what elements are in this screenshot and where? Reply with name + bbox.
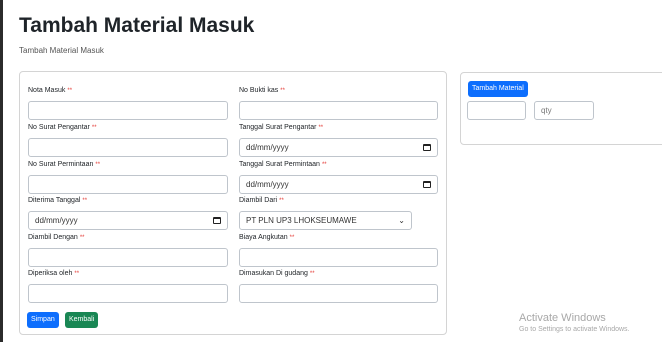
breadcrumb: Tambah Material Masuk	[19, 46, 104, 55]
material-form-card: Nota Masuk ** No Bukti kas ** No Surat Pen…	[19, 71, 447, 335]
nota-masuk-input[interactable]	[28, 101, 228, 120]
label-diperiksa-oleh: Diperiksa oleh	[28, 270, 73, 277]
required-mark: **	[74, 271, 80, 277]
label-dimasukan-di-gudang: Dimasukan Di gudang	[239, 270, 308, 277]
required-mark: **	[95, 162, 101, 168]
chevron-down-icon: ⌄	[398, 216, 405, 225]
field-tanggal-surat-pengantar: Tanggal Surat Pengantar ** dd/mm/yyyy	[239, 123, 438, 157]
field-diambil-dengan: Diambil Dengan **	[28, 233, 228, 267]
material-items-card: Tambah Material qty	[460, 72, 662, 145]
kembali-button[interactable]: Kembali	[65, 312, 99, 328]
watermark-subtitle: Go to Settings to activate Windows.	[519, 326, 630, 333]
field-dimasukan-di-gudang: Dimasukan Di gudang **	[239, 269, 438, 303]
label-diterima-tanggal: Diterima Tanggal	[28, 197, 81, 204]
required-mark: **	[318, 125, 324, 131]
label-tanggal-surat-pengantar: Tanggal Surat Pengantar	[239, 124, 317, 131]
tambah-material-button[interactable]: Tambah Material	[468, 81, 528, 97]
no-surat-permintaan-input[interactable]	[28, 175, 228, 194]
watermark-title: Activate Windows	[519, 312, 606, 324]
calendar-icon[interactable]	[213, 217, 221, 224]
label-biaya-angkutan: Biaya Angkutan	[239, 234, 288, 241]
field-nota-masuk: Nota Masuk **	[28, 86, 228, 120]
dimasukan-di-gudang-input[interactable]	[239, 284, 438, 303]
diambil-dari-select[interactable]: PT PLN UP3 LHOKSEUMAWE ⌄	[239, 211, 412, 230]
required-mark: **	[91, 125, 97, 131]
required-mark: **	[280, 88, 285, 94]
required-mark: **	[82, 198, 88, 204]
activate-windows-watermark: Activate Windows Go to Settings to activ…	[519, 312, 630, 333]
required-mark: **	[321, 162, 327, 168]
tanggal-surat-pengantar-input[interactable]: dd/mm/yyyy	[239, 138, 438, 157]
no-bukti-kas-input[interactable]	[239, 101, 438, 120]
page-title: Tambah Material Masuk	[19, 14, 255, 37]
calendar-icon[interactable]	[423, 144, 431, 151]
field-biaya-angkutan: Biaya Angkutan **	[239, 233, 438, 267]
diterima-tanggal-input[interactable]: dd/mm/yyyy	[28, 211, 228, 230]
no-surat-pengantar-input[interactable]	[28, 138, 228, 157]
biaya-angkutan-input[interactable]	[239, 248, 438, 267]
required-mark: **	[309, 271, 315, 277]
field-no-surat-permintaan: No Surat Permintaan **	[28, 160, 228, 194]
field-diterima-tanggal: Diterima Tanggal ** dd/mm/yyyy	[28, 196, 228, 230]
field-diambil-dari: Diambil Dari ** PT PLN UP3 LHOKSEUMAWE ⌄	[239, 196, 412, 230]
tanggal-surat-permintaan-input[interactable]: dd/mm/yyyy	[239, 175, 438, 194]
diambil-dengan-input[interactable]	[28, 248, 228, 267]
label-no-surat-pengantar: No Surat Pengantar	[28, 124, 90, 131]
required-mark: **	[279, 198, 284, 204]
calendar-icon[interactable]	[423, 181, 431, 188]
label-diambil-dengan: Diambil Dengan	[28, 234, 78, 241]
required-mark: **	[289, 235, 295, 241]
field-diperiksa-oleh: Diperiksa oleh **	[28, 269, 228, 303]
simpan-button[interactable]: Simpan	[27, 312, 59, 328]
field-no-surat-pengantar: No Surat Pengantar **	[28, 123, 228, 157]
label-no-bukti-kas: No Bukti kas	[239, 87, 279, 94]
label-no-surat-permintaan: No Surat Permintaan	[28, 161, 94, 168]
window-frame-edge	[0, 0, 3, 342]
label-nota-masuk: Nota Masuk	[28, 87, 66, 94]
qty-input[interactable]: qty	[534, 101, 594, 120]
diperiksa-oleh-input[interactable]	[28, 284, 228, 303]
label-diambil-dari: Diambil Dari	[239, 197, 278, 204]
label-tanggal-surat-permintaan: Tanggal Surat Permintaan	[239, 161, 320, 168]
required-mark: **	[79, 235, 85, 241]
field-no-bukti-kas: No Bukti kas **	[239, 86, 438, 120]
material-input[interactable]	[467, 101, 526, 120]
field-tanggal-surat-permintaan: Tanggal Surat Permintaan ** dd/mm/yyyy	[239, 160, 438, 194]
required-mark: **	[67, 88, 73, 94]
